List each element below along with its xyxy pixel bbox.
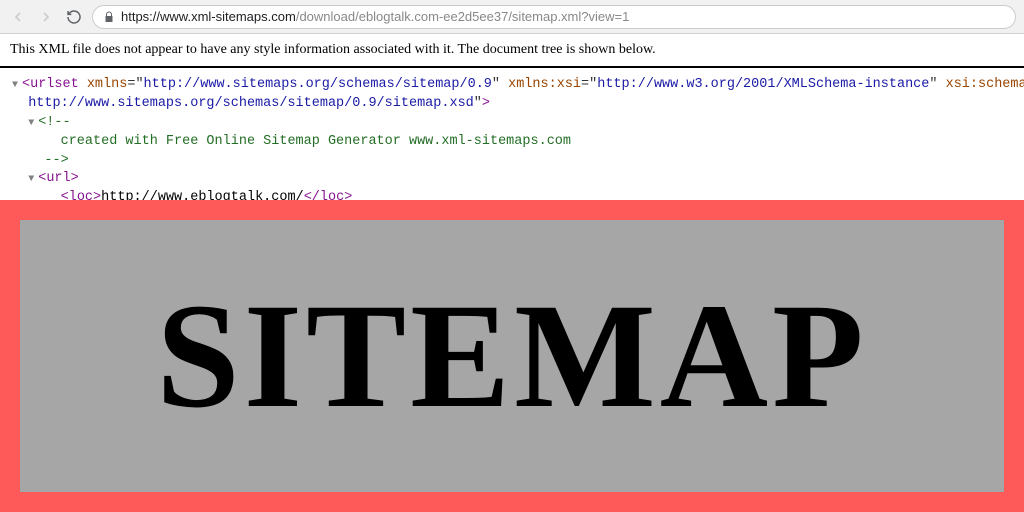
- reload-button[interactable]: [64, 7, 84, 27]
- url-host: https://www.xml-sitemaps.com/download/eb…: [121, 9, 629, 24]
- forward-button[interactable]: [36, 7, 56, 27]
- back-button[interactable]: [8, 7, 28, 27]
- expand-arrow-icon[interactable]: ▼: [28, 173, 38, 187]
- arrow-right-icon: [38, 9, 54, 25]
- arrow-left-icon: [10, 9, 26, 25]
- overlay-banner: SITEMAP: [0, 200, 1024, 512]
- expand-arrow-icon[interactable]: ▼: [12, 79, 22, 93]
- xml-notice: This XML file does not appear to have an…: [0, 34, 1024, 68]
- banner-inner: SITEMAP: [20, 220, 1004, 492]
- lock-icon: [103, 11, 115, 23]
- address-bar[interactable]: https://www.xml-sitemaps.com/download/eb…: [92, 5, 1016, 29]
- reload-icon: [66, 9, 82, 25]
- banner-title: SITEMAP: [156, 270, 867, 442]
- expand-arrow-icon[interactable]: ▼: [28, 117, 38, 131]
- browser-toolbar: https://www.xml-sitemaps.com/download/eb…: [0, 0, 1024, 34]
